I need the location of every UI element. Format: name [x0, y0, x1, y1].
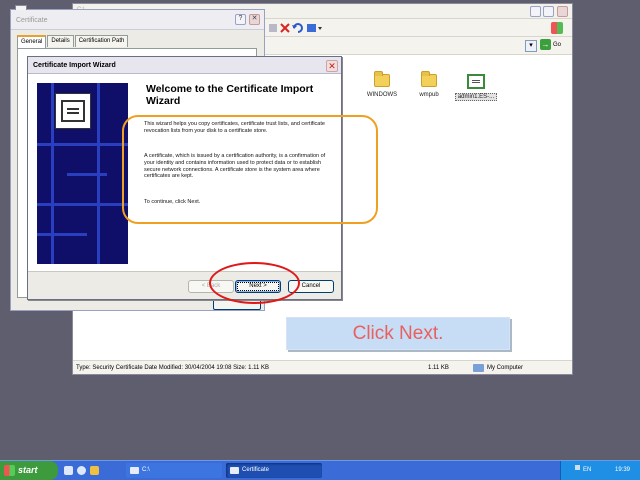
folder-icon — [421, 71, 437, 87]
certificate-task-icon — [230, 467, 239, 474]
task-button-certificate[interactable]: Certificate — [226, 463, 322, 478]
start-label: start — [18, 465, 38, 475]
language-indicator[interactable]: EN — [583, 467, 591, 473]
show-desktop-icon[interactable] — [64, 466, 73, 475]
windows-flag-icon — [4, 465, 15, 476]
certificate-close-button[interactable]: ✕ — [249, 14, 260, 25]
system-tray: EN 19:39 — [560, 461, 640, 480]
file-label: admin1.ES-... — [454, 93, 498, 101]
certificate-titlebar[interactable]: Certificate ? ✕ — [11, 10, 264, 30]
tab-certification-path[interactable]: Certification Path — [74, 35, 129, 47]
folder-item-windows[interactable]: WINDOWS — [356, 71, 408, 98]
tray-network-icon[interactable] — [575, 465, 580, 470]
certificate-tabs: General Details Certification Path — [17, 35, 129, 48]
go-label: Go — [553, 42, 562, 49]
text-highlight-ring — [122, 115, 378, 224]
next-button-highlight-circle — [209, 262, 300, 304]
task-label: Certificate — [242, 467, 270, 473]
internet-explorer-icon[interactable] — [77, 466, 86, 475]
instruction-callout: Click Next. — [286, 317, 510, 350]
media-player-icon[interactable] — [90, 466, 99, 475]
address-dropdown[interactable]: ▾ — [525, 40, 537, 52]
folder-item-wmpub[interactable]: wmpub — [403, 71, 455, 98]
undo-icon[interactable] — [292, 23, 303, 33]
certificate-file-icon — [467, 74, 485, 89]
tab-general[interactable]: General — [17, 35, 47, 48]
file-item-certificate[interactable]: admin1.ES-... — [450, 74, 502, 101]
wizard-title: Certificate Import Wizard — [33, 62, 116, 69]
windows-logo-icon — [551, 22, 563, 34]
minimize-button[interactable] — [530, 6, 541, 17]
taskbar: start C:\ Certificate EN 19:39 — [0, 460, 640, 480]
views-icon[interactable] — [307, 24, 322, 32]
move-to-icon[interactable] — [269, 24, 277, 32]
go-arrow-icon: → — [540, 39, 551, 50]
go-button[interactable]: → Go — [540, 39, 570, 53]
wizard-side-banner — [37, 83, 128, 264]
maximize-button[interactable] — [543, 6, 554, 17]
start-button[interactable]: start — [0, 461, 58, 480]
my-computer-icon — [473, 364, 484, 372]
task-label: C:\ — [142, 467, 150, 473]
status-zone: My Computer — [487, 365, 524, 371]
wizard-titlebar[interactable]: Certificate Import Wizard ✕ — [28, 57, 341, 74]
wizard-heading: Welcome to the Certificate Import Wizard — [146, 83, 314, 107]
wizard-close-button[interactable]: ✕ — [326, 60, 338, 72]
certificate-wizard-icon — [55, 93, 91, 129]
explorer-task-icon — [130, 467, 139, 474]
tab-details[interactable]: Details — [47, 35, 74, 47]
status-size: 1.11 KB — [428, 365, 449, 371]
task-button-explorer[interactable]: C:\ — [126, 463, 222, 478]
folder-label: WINDOWS — [366, 92, 398, 98]
explorer-statusbar: Type: Security Certificate Date Modified… — [73, 360, 572, 374]
certificate-title: Certificate — [16, 17, 48, 24]
explorer-close-button[interactable] — [557, 6, 568, 17]
help-button[interactable]: ? — [235, 14, 246, 25]
toolbar-icons — [269, 23, 322, 33]
folder-label: wmpub — [419, 92, 439, 98]
delete-icon[interactable] — [280, 23, 290, 33]
status-details: Type: Security Certificate Date Modified… — [76, 365, 269, 371]
clock[interactable]: 19:39 — [615, 467, 630, 473]
folder-icon — [374, 71, 390, 87]
